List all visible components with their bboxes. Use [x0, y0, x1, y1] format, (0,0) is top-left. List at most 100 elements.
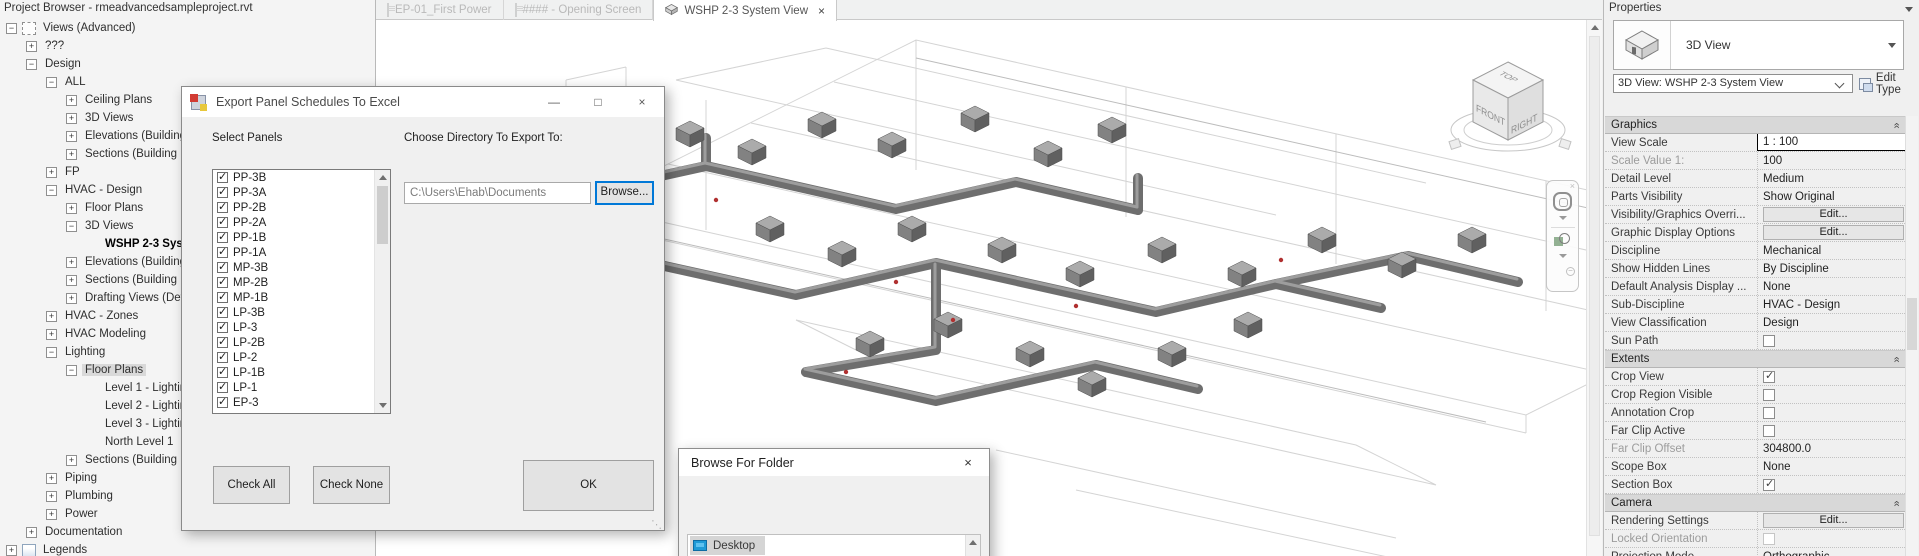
ok-button[interactable]: OK: [523, 460, 654, 511]
tab-opening-screen[interactable]: #### - Opening Screen: [504, 0, 654, 20]
panel-item-lp-2[interactable]: LP-2: [213, 350, 390, 365]
panel-item-lp-1b[interactable]: LP-1B: [213, 365, 390, 380]
dialog-titlebar[interactable]: Browse For Folder ×: [679, 449, 989, 476]
browse-button[interactable]: Browse...: [595, 181, 654, 205]
tree-expander-icon[interactable]: +: [66, 130, 77, 142]
directory-path-input[interactable]: [404, 182, 591, 204]
property-value[interactable]: Design: [1757, 314, 1907, 331]
tree-expander-icon[interactable]: +: [26, 40, 37, 52]
close-button[interactable]: ×: [947, 449, 989, 476]
panel-checkbox[interactable]: [217, 365, 228, 378]
tree-expander-icon[interactable]: −: [26, 58, 37, 70]
panel-checkbox[interactable]: [217, 305, 228, 318]
tree-expander-icon[interactable]: +: [46, 310, 57, 322]
navigation-bar[interactable]: × −: [1546, 180, 1579, 292]
tree-item-legends[interactable]: + Legends: [2, 541, 375, 556]
tree-expander-icon[interactable]: +: [66, 454, 77, 466]
scroll-up-icon[interactable]: [1590, 25, 1599, 30]
tree-item-design[interactable]: − Design: [2, 55, 375, 73]
panel-item-mp-3b[interactable]: MP-3B: [213, 260, 390, 275]
property-checkbox[interactable]: [1763, 532, 1775, 545]
property-value[interactable]: Orthographic: [1757, 548, 1907, 556]
panel-item-mp-2b[interactable]: MP-2B: [213, 275, 390, 290]
viewcube[interactable]: TOP FRONT RIGHT: [1448, 48, 1574, 184]
tree-expander-icon[interactable]: −: [66, 364, 77, 376]
property-value[interactable]: Edit...: [1757, 224, 1907, 241]
navbar-close-icon[interactable]: ×: [1570, 182, 1575, 191]
property-value[interactable]: By Discipline: [1757, 260, 1907, 277]
minimize-button[interactable]: —: [532, 87, 576, 117]
chevron-down-icon[interactable]: [1905, 7, 1913, 12]
property-value[interactable]: [1757, 422, 1907, 439]
zoom-icon[interactable]: [1553, 233, 1572, 249]
panel-list-scrollbar[interactable]: [374, 170, 390, 413]
panel-checkbox[interactable]: [217, 215, 228, 228]
tree-expander-icon[interactable]: +: [66, 292, 77, 304]
property-value[interactable]: Edit...: [1757, 206, 1907, 223]
property-checkbox[interactable]: [1763, 369, 1775, 383]
property-checkbox[interactable]: [1763, 334, 1775, 347]
panel-checkbox[interactable]: [217, 185, 228, 198]
scrollbar-thumb[interactable]: [377, 186, 388, 244]
edit-button[interactable]: Edit...: [1763, 207, 1904, 222]
section-extents[interactable]: Extents «: [1605, 350, 1907, 368]
tree-expander-icon[interactable]: +: [46, 472, 57, 484]
property-checkbox[interactable]: [1763, 424, 1775, 437]
tree-expander-icon[interactable]: −: [46, 76, 57, 88]
tree-expander-icon[interactable]: +: [46, 328, 57, 340]
property-checkbox[interactable]: [1763, 406, 1775, 419]
tree-expander-icon[interactable]: +: [66, 94, 77, 106]
section-collapse-icon[interactable]: «: [1890, 356, 1902, 361]
property-value[interactable]: HVAC - Design: [1757, 296, 1907, 313]
panel-checkbox[interactable]: [217, 380, 228, 393]
property-value[interactable]: Show Original: [1757, 188, 1907, 205]
view-vertical-scrollbar[interactable]: [1586, 20, 1602, 556]
tree-expander-icon[interactable]: −: [66, 220, 77, 232]
tree-expander-icon[interactable]: +: [46, 508, 57, 520]
scrollbar-thumb[interactable]: [1907, 298, 1917, 350]
tree-expander-icon[interactable]: +: [66, 256, 77, 268]
property-checkbox[interactable]: [1763, 477, 1775, 491]
tree-expander-icon[interactable]: −: [6, 22, 17, 34]
scroll-up-icon[interactable]: [969, 540, 977, 545]
panel-item-lp-1[interactable]: LP-1: [213, 380, 390, 395]
zoom-dropdown-chevron-icon[interactable]: [1558, 254, 1567, 258]
dialog-titlebar[interactable]: Export Panel Schedules To Excel — □ ×: [182, 87, 664, 117]
panel-checklist[interactable]: PP-3B PP-3A PP-2B PP-2A PP-1B PP-1A MP-3B MP-2B…: [212, 169, 391, 414]
properties-scrollbar[interactable]: [1905, 116, 1918, 556]
section-camera[interactable]: Camera «: [1605, 494, 1907, 512]
panel-checkbox[interactable]: [217, 245, 228, 258]
check-none-button[interactable]: Check None: [313, 466, 390, 504]
panel-item-pp-1b[interactable]: PP-1B: [213, 230, 390, 245]
property-checkbox[interactable]: [1763, 388, 1775, 401]
tree-expander-icon[interactable]: +: [6, 544, 17, 556]
type-selector[interactable]: 3D View: [1613, 20, 1904, 70]
property-value[interactable]: [1757, 404, 1907, 421]
navbar-collapse-icon[interactable]: −: [1566, 267, 1575, 276]
tree-expander-icon[interactable]: +: [66, 148, 77, 160]
folder-item-desktop[interactable]: Desktop: [690, 536, 766, 555]
tree-expander-icon[interactable]: +: [46, 490, 57, 502]
scroll-up-icon[interactable]: [378, 175, 387, 180]
panel-item-lp-3[interactable]: LP-3: [213, 320, 390, 335]
tree-item-item[interactable]: +???: [2, 37, 375, 55]
tree-expander-icon[interactable]: +: [46, 166, 57, 178]
tab-wshp-2-3-system-view[interactable]: WSHP 2-3 System View ×: [653, 0, 838, 21]
edit-type-button[interactable]: Edit Type: [1859, 72, 1919, 96]
tree-expander-icon[interactable]: −: [46, 346, 57, 358]
panel-checkbox[interactable]: [217, 230, 228, 243]
maximize-button[interactable]: □: [576, 87, 620, 117]
scroll-down-icon[interactable]: [379, 403, 387, 408]
resize-grip[interactable]: ⋱: [651, 518, 662, 531]
panel-item-mp-1b[interactable]: MP-1B: [213, 290, 390, 305]
property-value[interactable]: None: [1757, 278, 1907, 295]
tree-expander-icon[interactable]: +: [26, 526, 37, 538]
property-value[interactable]: 304800.0: [1757, 440, 1907, 457]
view-selector-combo[interactable]: 3D View: WSHP 2-3 System View: [1613, 74, 1853, 93]
edit-button[interactable]: Edit...: [1763, 225, 1904, 240]
panel-item-lp-2b[interactable]: LP-2B: [213, 335, 390, 350]
panel-item-pp-2b[interactable]: PP-2B: [213, 200, 390, 215]
tab-ep-01-first-power[interactable]: EP-01_First Power: [376, 0, 504, 20]
scrollbar-thumb[interactable]: [1589, 36, 1600, 536]
wheel-dropdown-chevron-icon[interactable]: [1558, 216, 1567, 220]
